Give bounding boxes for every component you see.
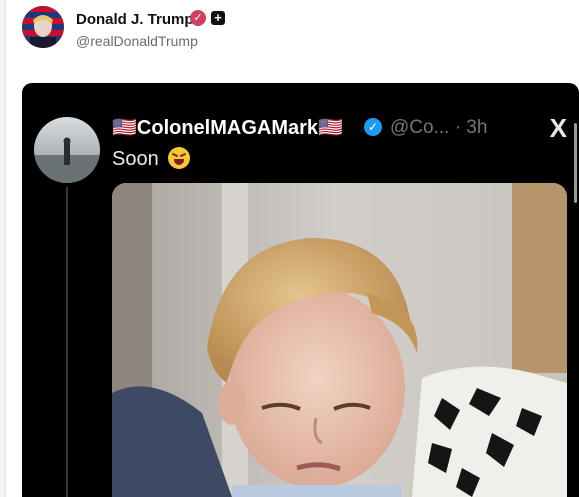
embed-handle-time: @Co... · 3h — [390, 117, 488, 138]
embed-post-text: Soon — [112, 147, 191, 171]
plus-square-icon[interactable]: + — [211, 11, 225, 25]
embed-post-header: 🇺🇸ColonelMAGAMark🇺🇸 ✓ @Co... · 3h X — [112, 113, 579, 143]
author-handle[interactable]: @realDonaldTrump — [76, 33, 198, 49]
thread-line — [66, 187, 68, 497]
author-avatar[interactable] — [22, 6, 64, 48]
embed-author-avatar — [34, 117, 100, 183]
embedded-post-screenshot[interactable]: 🇺🇸ColonelMAGAMark🇺🇸 ✓ @Co... · 3h X Soon — [22, 83, 579, 497]
embed-author-name: 🇺🇸ColonelMAGAMark🇺🇸 — [112, 117, 343, 139]
blue-check-icon: ✓ — [364, 118, 382, 136]
author-name[interactable]: Donald J. Trump — [76, 11, 194, 28]
left-edge-divider — [0, 0, 6, 497]
embed-post-text-label: Soon — [112, 148, 159, 170]
grinning-squinting-face-icon — [168, 147, 191, 169]
x-logo-icon: X — [549, 113, 567, 143]
embed-post-image — [112, 183, 567, 497]
check-badge-icon: ✓ — [190, 10, 206, 26]
